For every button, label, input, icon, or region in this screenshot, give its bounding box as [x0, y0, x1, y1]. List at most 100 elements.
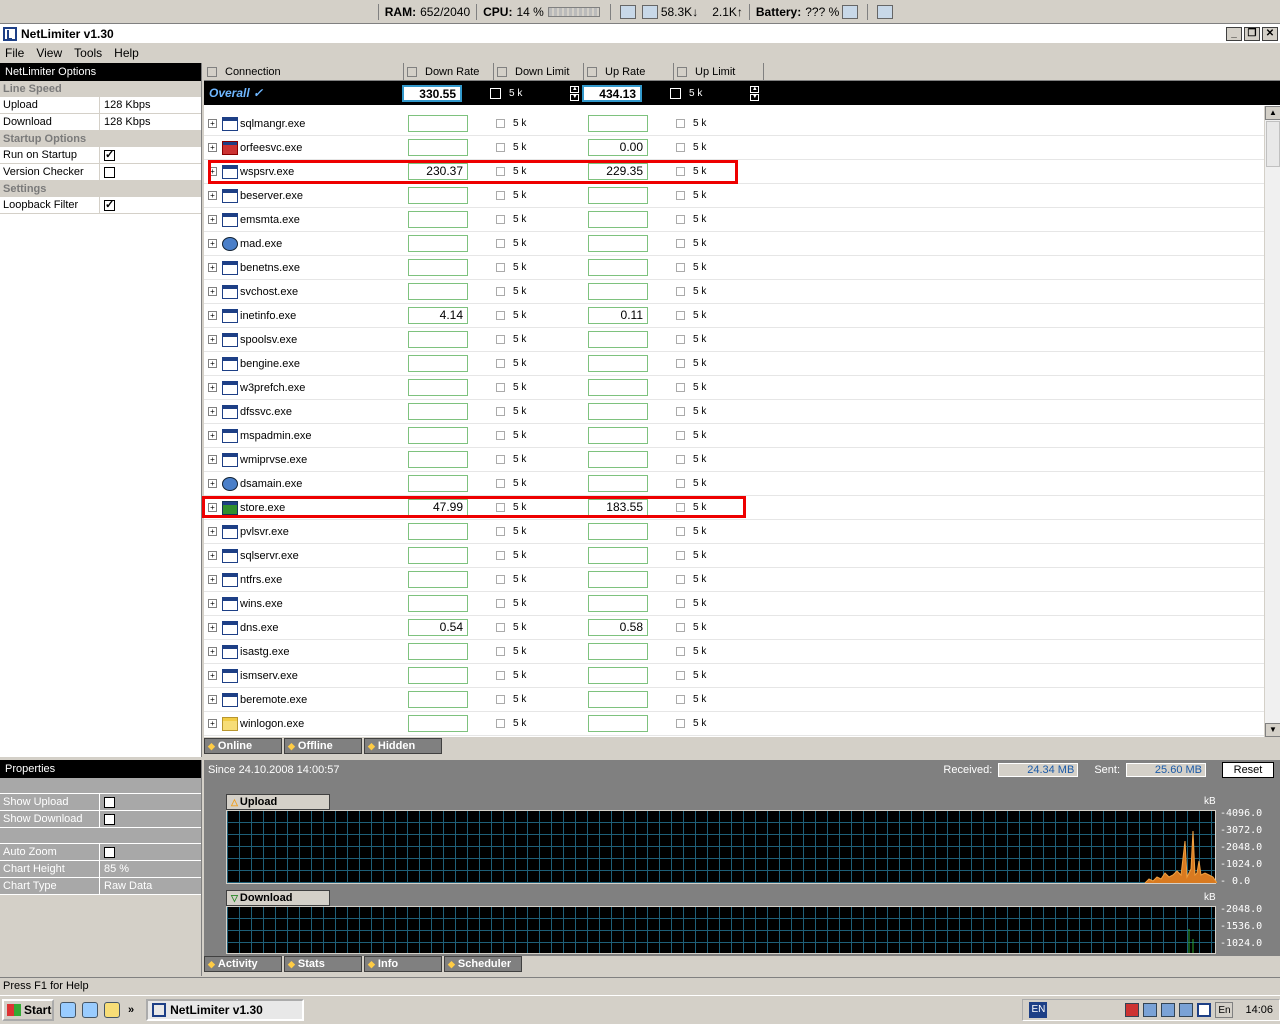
up-limit-checkbox[interactable] [676, 671, 685, 680]
tab-stats[interactable]: ◆ Stats [284, 956, 362, 972]
down-limit[interactable]: 5 k [468, 694, 588, 705]
column-down-rate[interactable]: Down Rate [404, 63, 494, 80]
option-upload[interactable]: Upload 128 Kbps [0, 97, 201, 114]
up-limit[interactable]: 5 k [648, 166, 768, 177]
close-button[interactable]: ✕ [1262, 26, 1278, 41]
connection-row[interactable]: + dfssvc.exe 5 k 5 k [204, 400, 1264, 424]
option-run-on-startup[interactable]: Run on Startup [0, 147, 201, 164]
version-checker-checkbox[interactable] [104, 166, 115, 178]
down-limit-checkbox[interactable] [496, 527, 505, 536]
down-limit-checkbox[interactable] [496, 335, 505, 344]
expand-icon[interactable]: + [208, 215, 217, 224]
overall-row[interactable]: Overall ✓ 330.55 5 k ▲ ▼ 434.13 5 k ▲ ▼ [204, 81, 1280, 105]
up-limit[interactable]: 5 k [648, 622, 768, 633]
expand-icon[interactable]: + [208, 119, 217, 128]
connection-row[interactable]: + mad.exe 5 k 5 k [204, 232, 1264, 256]
tab-offline[interactable]: ◆ Offline [284, 738, 362, 754]
connection-row[interactable]: + ntfrs.exe 5 k 5 k [204, 568, 1264, 592]
up-limit-checkbox[interactable] [676, 263, 685, 272]
overflow-chevron-icon[interactable]: » [128, 1004, 134, 1016]
up-limit-checkbox[interactable] [676, 407, 685, 416]
connection-row[interactable]: + mspadmin.exe 5 k 5 k [204, 424, 1264, 448]
up-limit-checkbox[interactable] [676, 479, 685, 488]
up-limit[interactable]: 5 k [648, 334, 768, 345]
taskbar-netlimiter[interactable]: NetLimiter v1.30 [146, 999, 305, 1021]
down-limit-checkbox[interactable] [496, 551, 505, 560]
down-limit-checkbox[interactable] [490, 87, 501, 99]
up-limit-checkbox[interactable] [676, 503, 685, 512]
tab-scheduler[interactable]: ◆ Scheduler [444, 956, 522, 972]
connection-row[interactable]: + sqlservr.exe 5 k 5 k [204, 544, 1264, 568]
connection-row[interactable]: + w3prefch.exe 5 k 5 k [204, 376, 1264, 400]
run-on-startup-checkbox[interactable] [104, 147, 115, 163]
down-limit[interactable]: 5 k [468, 262, 588, 273]
menu-file[interactable]: File [0, 46, 31, 60]
up-limit-checkbox[interactable] [676, 431, 685, 440]
up-limit[interactable]: 5 k [648, 454, 768, 465]
down-limit-checkbox[interactable] [496, 431, 505, 440]
up-limit[interactable]: 5 k [648, 598, 768, 609]
option-version-checker[interactable]: Version Checker [0, 164, 201, 181]
download-chart-tab[interactable]: ▽ Download [226, 890, 330, 906]
tray-app-icon[interactable] [1179, 1003, 1194, 1017]
upload-chart-tab[interactable]: △ Upload [226, 794, 330, 810]
up-limit[interactable]: 5 k [648, 238, 768, 249]
connection-row[interactable]: + svchost.exe 5 k 5 k [204, 280, 1264, 304]
connection-row[interactable]: + benetns.exe 5 k 5 k [204, 256, 1264, 280]
down-limit[interactable]: 5 k [468, 142, 588, 153]
up-limit[interactable]: 5 k [648, 142, 768, 153]
up-limit-checkbox[interactable] [670, 87, 681, 99]
column-up-limit[interactable]: Up Limit [674, 63, 764, 80]
down-limit[interactable]: 5 k [468, 334, 588, 345]
netlimiter-icon[interactable] [3, 26, 17, 41]
prop-chart-type[interactable]: Chart Type Raw Data [0, 878, 201, 895]
connection-row[interactable]: + beremote.exe 5 k 5 k [204, 688, 1264, 712]
down-limit-checkbox[interactable] [496, 311, 505, 320]
down-limit[interactable]: 5 k [468, 646, 588, 657]
column-down-limit[interactable]: Down Limit [494, 63, 584, 80]
up-limit-checkbox[interactable] [676, 335, 685, 344]
expand-icon[interactable]: + [208, 311, 217, 320]
down-limit[interactable]: 5 k [468, 358, 588, 369]
down-limit-checkbox[interactable] [496, 575, 505, 584]
up-limit[interactable]: 5 k [648, 526, 768, 537]
column-up-rate[interactable]: Up Rate [584, 63, 674, 80]
up-limit-checkbox[interactable] [676, 143, 685, 152]
up-limit[interactable]: 5 k [648, 310, 768, 321]
vertical-scrollbar[interactable]: ▲ ▼ [1264, 106, 1280, 737]
up-limit-checkbox[interactable] [676, 719, 685, 728]
up-limit-checkbox[interactable] [676, 311, 685, 320]
up-limit[interactable]: 5 k [648, 382, 768, 393]
connection-row[interactable]: + dsamain.exe 5 k 5 k [204, 472, 1264, 496]
connection-row[interactable]: + dns.exe 0.54 5 k 0.58 5 k [204, 616, 1264, 640]
connection-row[interactable]: + emsmta.exe 5 k 5 k [204, 208, 1264, 232]
option-download[interactable]: Download 128 Kbps [0, 114, 201, 131]
up-limit-checkbox[interactable] [676, 623, 685, 632]
up-limit-checkbox[interactable] [676, 647, 685, 656]
down-limit-checkbox[interactable] [496, 359, 505, 368]
up-limit[interactable]: 5 k [648, 550, 768, 561]
netlimiter-tray-icon[interactable] [1197, 1003, 1212, 1017]
down-limit-checkbox[interactable] [496, 143, 505, 152]
mail-icon[interactable] [877, 4, 894, 19]
prop-show-upload[interactable]: Show Upload [0, 794, 201, 811]
down-limit-checkbox[interactable] [496, 695, 505, 704]
down-limit-checkbox[interactable] [496, 599, 505, 608]
down-limit-checkbox[interactable] [496, 383, 505, 392]
up-limit[interactable]: 5 k [648, 118, 768, 129]
expand-icon[interactable]: + [208, 455, 217, 464]
down-limit[interactable]: 5 k [468, 478, 588, 489]
expand-icon[interactable]: + [208, 479, 217, 488]
up-limit[interactable]: 5 k [648, 214, 768, 225]
expand-icon[interactable]: + [208, 287, 217, 296]
connection-row[interactable]: + orfeesvc.exe 5 k 0.00 5 k [204, 136, 1264, 160]
up-limit[interactable]: 5 k [648, 718, 768, 729]
prop-show-download[interactable]: Show Download [0, 811, 201, 828]
up-limit[interactable]: 5 k [648, 430, 768, 441]
down-limit-checkbox[interactable] [496, 287, 505, 296]
down-limit-checkbox[interactable] [496, 263, 505, 272]
show-upload-checkbox[interactable] [104, 794, 115, 810]
up-limit-checkbox[interactable] [676, 599, 685, 608]
menu-help[interactable]: Help [109, 46, 146, 60]
down-limit-checkbox[interactable] [496, 623, 505, 632]
